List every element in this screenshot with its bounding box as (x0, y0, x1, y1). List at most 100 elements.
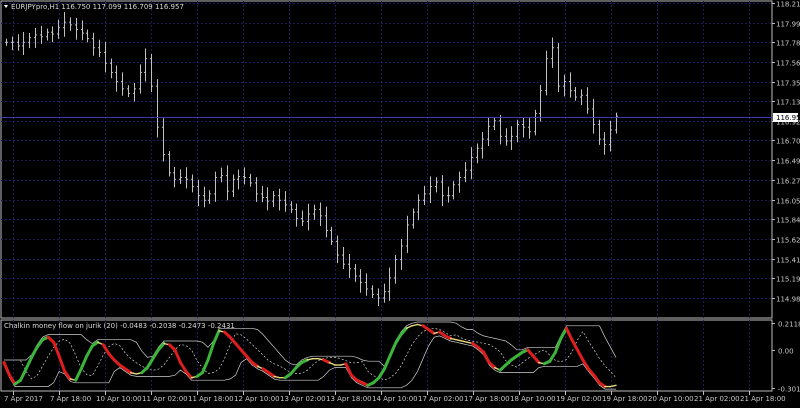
price-bar (423, 185, 426, 206)
price-bar (510, 126, 513, 151)
price-bar (5, 38, 8, 46)
price-bar (534, 109, 537, 136)
time-tick-label: 10 Apr 10:00 (96, 395, 142, 403)
indicator-axis: 0.2118 0.00 -0.3012 (772, 321, 800, 394)
price-bar (295, 203, 298, 227)
price-bar (51, 26, 54, 43)
indicator-segment (427, 328, 436, 335)
indicator-segment (482, 350, 491, 365)
price-bar (237, 169, 240, 190)
price-bar (313, 204, 316, 220)
price-bar (127, 85, 130, 98)
indicator-tick-label: 0.2118 (778, 321, 800, 329)
price-bar (603, 132, 606, 155)
price-bar (284, 191, 287, 212)
indicator-segment (79, 354, 89, 371)
price-bar (150, 53, 153, 92)
indicator-segment (575, 348, 585, 362)
indicator-segment (85, 344, 94, 358)
indicator-segment (322, 358, 331, 365)
price-bar (226, 165, 229, 201)
price-bar (615, 112, 618, 134)
indicator-lines[interactable] (2, 321, 617, 390)
indicator-segment (531, 354, 541, 365)
price-tick-label: 117.565 (776, 60, 800, 68)
price-bar (104, 42, 107, 73)
price-bar (139, 64, 142, 94)
indicator-segment (184, 369, 193, 380)
price-bar (46, 28, 49, 41)
indicator-segment (74, 367, 83, 382)
indicator-segment (405, 325, 413, 329)
price-bars[interactable] (5, 11, 618, 307)
price-bar (481, 132, 484, 159)
price-tick-label: 116.055 (776, 198, 800, 206)
price-bar (203, 186, 206, 208)
price-bar (156, 79, 159, 138)
price-bar (574, 87, 577, 101)
price-bar (569, 72, 572, 98)
price-bar (580, 89, 583, 106)
price-bar (40, 25, 43, 44)
price-bar (417, 194, 420, 221)
price-bar (208, 190, 211, 204)
indicator-grid (13, 320, 750, 391)
price-bar (92, 32, 95, 56)
price-tick-label: 116.490 (776, 158, 800, 166)
price-bar (261, 185, 264, 203)
price-bar (179, 169, 182, 185)
price-bar (435, 177, 438, 193)
indicator-segment (455, 338, 463, 342)
symbol-header: EURJPYpro,H1 116.750 117.099 116.709 116… (11, 3, 184, 11)
price-bar (110, 58, 113, 79)
time-tick-label: 11 Apr 18:00 (188, 395, 234, 403)
indicator-segment (399, 326, 408, 337)
price-bar (22, 32, 25, 56)
chart-window[interactable]: EURJPYpro,H1 116.750 117.099 116.709 116… (0, 0, 800, 406)
price-tick-label: 115.840 (776, 217, 800, 225)
price-bar (168, 150, 171, 177)
time-tick-label: 19 Apr 02:00 (556, 395, 602, 403)
price-bar (17, 34, 20, 51)
price-bar (325, 206, 328, 238)
price-bar (69, 17, 72, 31)
indicator-tick-label: -0.3012 (778, 386, 800, 394)
time-tick-label: 13 Apr 18:00 (326, 395, 372, 403)
price-bar (348, 253, 351, 278)
price-bar (307, 203, 310, 231)
indicator-segment (570, 338, 579, 352)
price-bar (266, 187, 269, 211)
price-bar (539, 84, 542, 122)
price-bar (63, 11, 66, 37)
price-tick-label: 117.135 (776, 99, 800, 107)
indicator-segment (173, 348, 182, 365)
price-bar (359, 269, 362, 293)
price-bar (598, 119, 601, 145)
triangle-down-icon[interactable] (4, 5, 8, 8)
price-bar (144, 48, 147, 82)
time-tick-label: 21 Apr 18:00 (740, 395, 786, 403)
indicator-segment (460, 340, 468, 343)
price-bar (505, 128, 508, 146)
price-tick-label: 117.780 (776, 40, 800, 48)
time-tick-label: 18 Apr 10:00 (510, 395, 556, 403)
time-tick-label: 7 Apr 2017 (4, 395, 43, 403)
price-bar (191, 174, 194, 193)
price-bar (342, 247, 345, 269)
price-bar (470, 147, 473, 180)
indicator-segment (411, 323, 419, 327)
price-bar (115, 65, 118, 92)
time-tick-label: 7 Apr 18:00 (50, 395, 91, 403)
time-tick-label: 19 Apr 18:00 (602, 395, 648, 403)
price-bar (400, 239, 403, 270)
price-tick-label: 116.705 (776, 138, 800, 146)
price-bar (516, 119, 519, 143)
price-bar (232, 174, 235, 197)
price-bar (452, 181, 455, 200)
price-bar (383, 283, 386, 303)
price-tick-label: 115.195 (776, 276, 800, 284)
price-tick-label: 117.995 (776, 21, 800, 29)
time-tick-label: 14 Apr 10:00 (372, 395, 418, 403)
price-bar (86, 29, 89, 43)
price-bar (28, 32, 31, 49)
